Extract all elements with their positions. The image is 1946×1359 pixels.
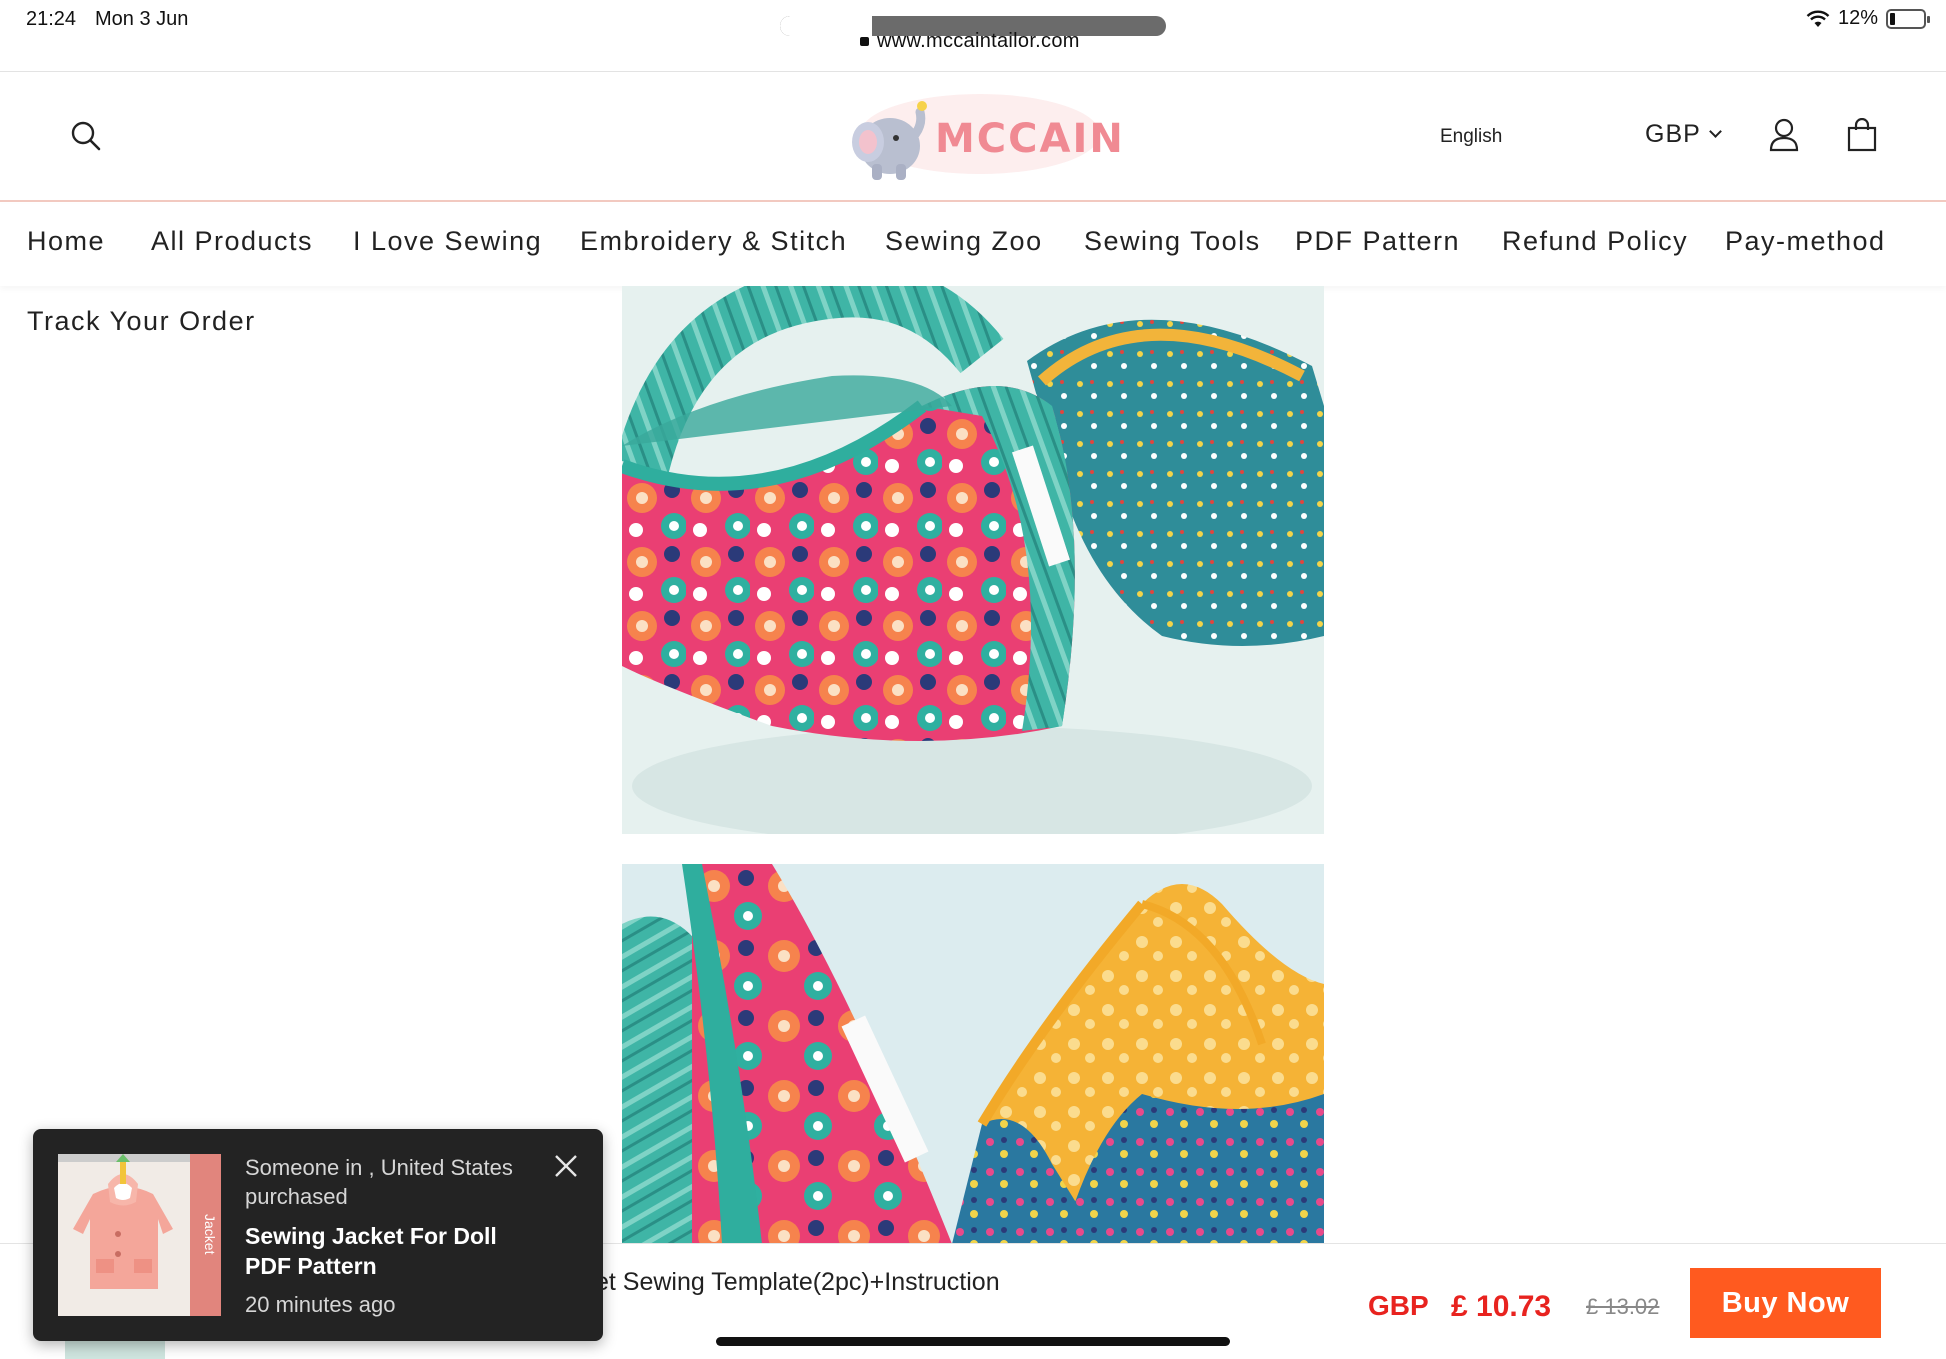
status-right: 12%: [1806, 7, 1930, 30]
nav-item-home[interactable]: Home: [27, 226, 105, 257]
product-title: et Sewing Template(2pc)+Instruction: [595, 1268, 1000, 1296]
bag-icon[interactable]: [1846, 118, 1878, 152]
price-current: £ 10.73: [1451, 1290, 1552, 1323]
wifi-icon: [1806, 10, 1830, 27]
logo-text: MCCAIN: [935, 116, 1125, 162]
lock-icon: [860, 37, 869, 46]
notification-time: 20 minutes ago: [245, 1292, 396, 1317]
nav-item-sewing-zoo[interactable]: Sewing Zoo: [885, 226, 1043, 257]
product-image-1[interactable]: [622, 286, 1324, 834]
notification-product-name[interactable]: Sewing Jacket For Doll PDF Pattern: [245, 1221, 545, 1281]
product-image-2[interactable]: [622, 864, 1324, 1244]
nav-item-refund-policy[interactable]: Refund Policy: [1502, 226, 1688, 257]
status-date: Mon 3 Jun: [95, 8, 189, 30]
address-bar[interactable]: www.mccaintailor.com: [860, 30, 1080, 53]
nav-item-track-order[interactable]: Track Your Order: [27, 306, 256, 337]
url-text: www.mccaintailor.com: [877, 30, 1080, 52]
status-time: 21:24: [26, 8, 77, 30]
close-icon[interactable]: [553, 1153, 579, 1179]
thumb-label: Jacket: [202, 1214, 218, 1255]
nav-item-pdf-pattern[interactable]: PDF Pattern: [1295, 226, 1460, 257]
notification-action: purchased: [245, 1184, 348, 1209]
buy-now-button[interactable]: Buy Now: [1690, 1268, 1881, 1338]
jacket-photo: Jacket: [58, 1154, 221, 1316]
battery-percent: 12%: [1837, 7, 1878, 29]
nav-item-sewing-tools[interactable]: Sewing Tools: [1084, 226, 1261, 257]
status-bar: 21:24 Mon 3 Jun www.mccaintailor.com 12%: [0, 0, 1946, 72]
site-header: MCCAIN English GBP: [0, 72, 1946, 202]
battery-icon: [1886, 8, 1930, 29]
nav-item-embroidery[interactable]: Embroidery & Stitch: [580, 226, 847, 257]
notification-product-image: Jacket: [58, 1154, 221, 1316]
user-icon[interactable]: [1768, 118, 1800, 152]
currency-label: GBP: [1645, 120, 1701, 148]
main-nav: Home All Products I Love Sewing Embroide…: [0, 204, 1946, 286]
nav-item-i-love-sewing[interactable]: I Love Sewing: [353, 226, 542, 257]
page: 21:24 Mon 3 Jun www.mccaintailor.com 12%: [0, 0, 1946, 1359]
currency-selector[interactable]: GBP: [1645, 120, 1722, 149]
chevron-down-icon: [1708, 125, 1722, 138]
price-currency: GBP: [1368, 1290, 1429, 1321]
home-indicator[interactable]: [716, 1337, 1230, 1346]
purchase-notification[interactable]: Jacket Someone in , United States purcha…: [33, 1129, 603, 1341]
price-original: £ 13.02: [1586, 1294, 1660, 1319]
language-selector[interactable]: English: [1440, 126, 1502, 148]
search-icon[interactable]: [70, 120, 102, 152]
nav-item-all-products[interactable]: All Products: [151, 226, 313, 257]
nav-item-pay-method[interactable]: Pay-method: [1725, 226, 1886, 257]
notification-location: Someone in , United States: [245, 1155, 513, 1180]
basket-photo-2: [622, 864, 1324, 1244]
basket-photo-1: [622, 286, 1324, 834]
